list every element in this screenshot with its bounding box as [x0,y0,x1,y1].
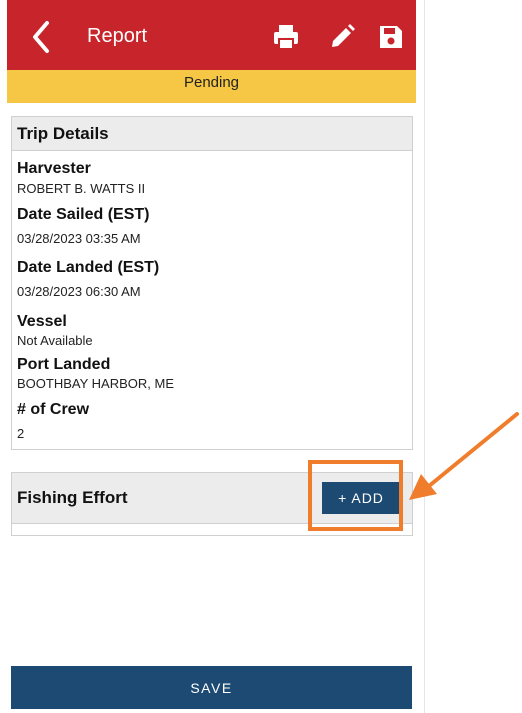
crew-label: # of Crew [17,401,90,418]
annotation-arrow-icon [409,412,519,500]
highlight-box [308,460,403,531]
app-bar: Report [7,0,416,70]
status-banner: Pending [7,70,416,103]
back-icon [33,21,49,53]
harvester-label: Harvester [17,160,91,177]
trip-details-card: Trip Details Harvester ROBERT B. WATTS I… [11,116,413,450]
fishing-effort-title: Fishing Effort [17,488,128,507]
edit-button[interactable] [327,22,357,52]
page-title: Report [87,25,148,47]
harvester-value: ROBERT B. WATTS II [17,181,146,196]
trip-details-header: Trip Details [12,117,412,151]
save-icon [380,26,402,48]
phone-screen: Report Pending Trip Details Harvester RO… [0,0,425,713]
vessel-label: Vessel [17,313,67,330]
date-landed-label: Date Landed (EST) [17,259,160,276]
port-landed-label: Port Landed [17,356,111,373]
date-landed-value: 03/28/2023 06:30 AM [17,284,141,299]
pencil-icon [332,24,355,47]
port-landed-value: BOOTHBAY HARBOR, ME [17,376,174,391]
date-sailed-label: Date Sailed (EST) [17,206,150,223]
save-icon-button[interactable] [376,22,406,52]
save-button[interactable]: SAVE [11,666,412,709]
print-icon [274,25,298,50]
print-button[interactable] [271,22,301,52]
date-sailed-value: 03/28/2023 03:35 AM [17,231,141,246]
crew-value: 2 [17,426,25,441]
vessel-value: Not Available [17,333,93,348]
back-button[interactable] [27,19,57,55]
